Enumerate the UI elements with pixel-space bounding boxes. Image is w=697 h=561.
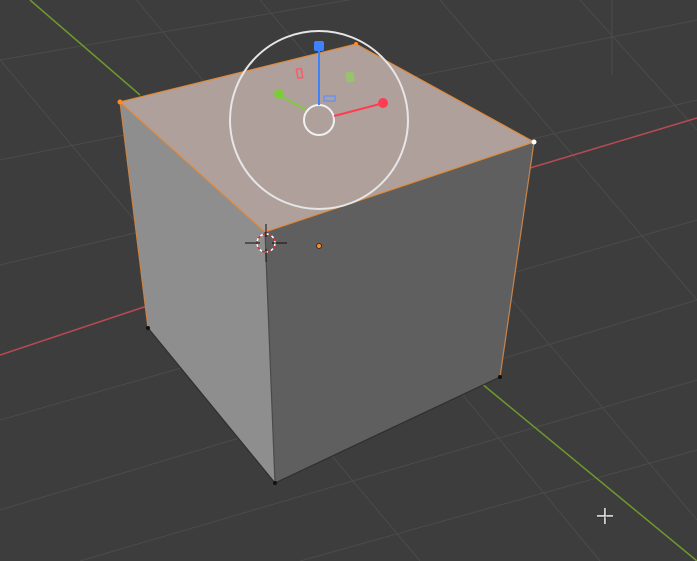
3d-viewport[interactable] (0, 0, 697, 561)
vertex-top-right-active[interactable] (531, 139, 537, 145)
gizmo-y-handle[interactable] (274, 89, 284, 99)
gizmo-z-handle[interactable] (314, 41, 324, 51)
vertex-bottom-left[interactable] (146, 326, 150, 330)
y-axis-line (29, 0, 141, 96)
vertex-top-back[interactable] (354, 42, 358, 46)
viewport-canvas[interactable] (0, 0, 697, 561)
gizmo-x-handle[interactable] (378, 98, 388, 108)
median-point (316, 243, 322, 249)
x-axis-line-right (529, 117, 697, 169)
vertex-bottom-front[interactable] (273, 481, 277, 485)
vertex-top-left[interactable] (117, 99, 123, 105)
vertex-bottom-right[interactable] (498, 375, 502, 379)
crosshair-pointer (597, 508, 613, 524)
